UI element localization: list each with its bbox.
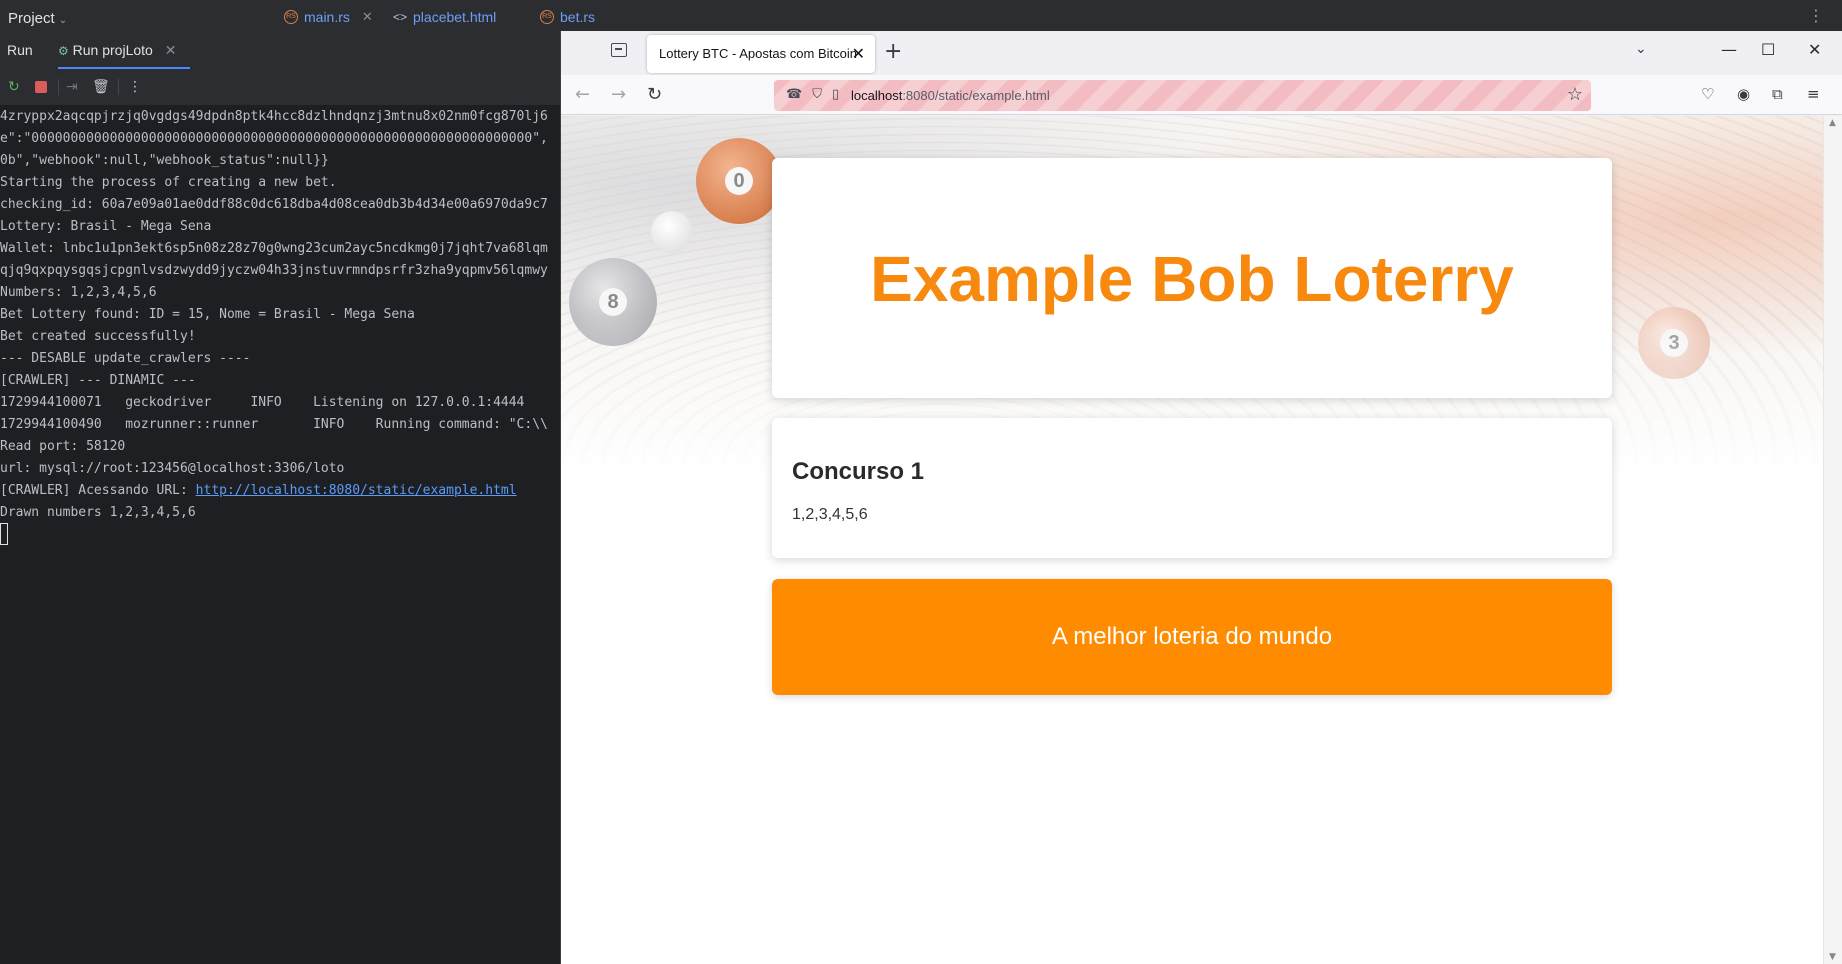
editor-tab-main-rs[interactable]: RS main.rs ✕	[284, 0, 373, 31]
tab-list-icon[interactable]	[611, 43, 627, 57]
page-title: Example Bob Loterry	[870, 243, 1514, 315]
run-panel-header: Run ⚙ Run projLoto ✕	[0, 31, 560, 69]
lottery-ball: 0	[696, 138, 782, 224]
console-line: Drawn numbers 1,2,3,4,5,6	[0, 505, 196, 520]
console-output[interactable]: 4zryppx2aqcqpjrzjq0vgdgs49dpdn8ptk4hcc8d…	[0, 105, 560, 964]
ball-number: 8	[599, 288, 627, 316]
console-line: e":"000000000000000000000000000000000000…	[0, 131, 548, 146]
html-file-icon: <>	[393, 10, 408, 24]
extensions-icon[interactable]: ⧉	[1772, 85, 1783, 103]
console-line: 4zryppx2aqcqpjrzjq0vgdgs49dpdn8ptk4hcc8d…	[0, 109, 548, 124]
page-scrollbar[interactable]: ▲ ▼	[1823, 116, 1842, 964]
console-line: [CRAWLER] --- DINAMIC ---	[0, 373, 196, 388]
console-line-crawler-url: [CRAWLER] Acessando URL: http://localhos…	[0, 483, 517, 499]
run-toolbar: ↻ ⇥ 🗑 ⋮	[0, 69, 560, 105]
more-icon[interactable]: ⋮	[128, 79, 142, 95]
console-link[interactable]: http://localhost:8080/static/example.htm…	[196, 483, 517, 498]
maximize-icon[interactable]: ☐	[1761, 40, 1775, 59]
header-card: Example Bob Loterry	[772, 158, 1612, 398]
console-line: url: mysql://root:123456@localhost:3306/…	[0, 461, 345, 476]
page-viewport: 0 8 3 Example Bob Loterry Concurso 1 1,2…	[561, 116, 1823, 964]
small-ball	[651, 211, 693, 253]
editor-tab-placebet-html[interactable]: <> placebet.html	[393, 0, 496, 31]
url-text: localhost:8080/static/example.html	[851, 88, 1050, 103]
ball-number: 0	[725, 167, 753, 195]
url-path: :8080/static/example.html	[902, 88, 1050, 103]
console-cursor	[0, 523, 8, 545]
account-icon[interactable]: ◉	[1737, 85, 1750, 103]
project-menu-label: Project	[8, 10, 55, 27]
plus-icon[interactable]: +	[884, 39, 902, 64]
footer-text: A melhor loteria do mundo	[1051, 623, 1333, 650]
trash-icon[interactable]: 🗑	[92, 79, 110, 95]
pocket-icon[interactable]: ♡	[1701, 85, 1714, 103]
editor-tab-label: main.rs	[304, 9, 350, 25]
more-icon[interactable]: ⋮	[1808, 6, 1824, 25]
close-icon[interactable]: ✕	[165, 42, 177, 58]
scroll-down-icon[interactable]: ▼	[1829, 952, 1836, 962]
console-line: Bet Lottery found: ID = 15, Nome = Brasi…	[0, 307, 415, 322]
draw-card: Concurso 1 1,2,3,4,5,6	[772, 418, 1612, 558]
star-icon[interactable]: ☆	[1567, 84, 1583, 105]
reload-icon[interactable]: ↻	[647, 84, 662, 105]
close-icon[interactable]: ✕	[362, 9, 373, 31]
browser-tab-active[interactable]: Lottery BTC - Apostas com Bitcoin ✕	[647, 35, 875, 73]
shield-icon[interactable]: ⛉	[812, 87, 832, 102]
toolbar-divider	[118, 79, 119, 95]
project-menu[interactable]: Project ⌄	[0, 0, 270, 31]
stop-icon[interactable]	[35, 81, 47, 93]
menu-icon[interactable]: ≡	[1807, 85, 1820, 103]
close-icon[interactable]: ✕	[852, 44, 865, 64]
console-line: qjq9qxpqysgqsjcpgnlvsdzwydd9jyczw04h33jn…	[0, 263, 548, 278]
editor-tab-label: bet.rs	[560, 9, 596, 25]
back-icon[interactable]: ←	[575, 84, 590, 105]
browser-tab-title: Lottery BTC - Apostas com Bitcoin	[659, 46, 857, 61]
scroll-up-icon[interactable]: ▲	[1829, 118, 1836, 128]
console-line: 1729944100490 mozrunner::runner INFO Run…	[0, 417, 548, 432]
rerun-icon[interactable]: ↻	[8, 79, 20, 95]
toolbar-divider	[58, 79, 59, 95]
ide-title-bar: Project ⌄ RS main.rs ✕ <> placebet.html R…	[0, 0, 1842, 31]
remote-control-icon[interactable]: ☎	[786, 87, 812, 102]
console-line: --- DESABLE update_crawlers ----	[0, 351, 251, 366]
run-config-tab[interactable]: ⚙ Run projLoto ✕	[58, 31, 190, 69]
close-icon[interactable]: ✕	[1808, 40, 1821, 59]
console-line: 0b","webhook":null,"webhook_status":null…	[0, 153, 329, 168]
console-line: Starting the process of creating a new b…	[0, 175, 337, 190]
minimize-icon[interactable]: —	[1721, 40, 1737, 59]
footer-banner: A melhor loteria do mundo	[772, 579, 1612, 695]
console-line: Lottery: Brasil - Mega Sena	[0, 219, 212, 234]
run-panel-title: Run	[7, 42, 33, 58]
browser-window: Lottery BTC - Apostas com Bitcoin ✕ + ⌄ …	[560, 31, 1842, 964]
browser-tab-bar: Lottery BTC - Apostas com Bitcoin ✕ + ⌄ …	[561, 31, 1842, 75]
rust-file-icon: RS	[284, 10, 298, 24]
page-icon[interactable]: ▯	[832, 87, 849, 102]
chevron-down-icon[interactable]: ⌄	[1635, 41, 1647, 57]
forward-icon[interactable]: →	[611, 84, 626, 105]
scroll-icon[interactable]: ⇥	[66, 79, 78, 95]
console-line: checking_id: 60a7e09a01ae0ddf88c0dc618db…	[0, 197, 548, 212]
editor-tab-bet-rs[interactable]: RS bet.rs	[540, 0, 595, 31]
run-config-tab-label: Run projLoto	[72, 42, 153, 58]
chevron-down-icon: ⌄	[58, 15, 68, 26]
rust-file-icon: RS	[540, 10, 554, 24]
editor-tab-label: placebet.html	[413, 9, 497, 25]
draw-numbers: 1,2,3,4,5,6	[792, 506, 868, 523]
console-line: Numbers: 1,2,3,4,5,6	[0, 285, 157, 300]
url-bar[interactable]: ☎⛉▯ localhost:8080/static/example.html ☆	[774, 80, 1591, 111]
console-line: 1729944100071 geckodriver INFO Listening…	[0, 395, 525, 410]
browser-nav-bar: ← → ↻ ☎⛉▯ localhost:8080/static/example.…	[561, 75, 1842, 115]
console-line-prefix: [CRAWLER] Acessando URL:	[0, 483, 196, 498]
console-line: Wallet: lnbc1u1pn3ekt6sp5n08z28z70g0wng2…	[0, 241, 548, 256]
console-line: Read port: 58120	[0, 439, 126, 454]
url-host: localhost	[851, 88, 903, 103]
draw-title: Concurso 1	[792, 458, 925, 485]
console-line: Bet created successfully!	[0, 329, 196, 344]
run-config-icon: ⚙	[58, 44, 69, 58]
